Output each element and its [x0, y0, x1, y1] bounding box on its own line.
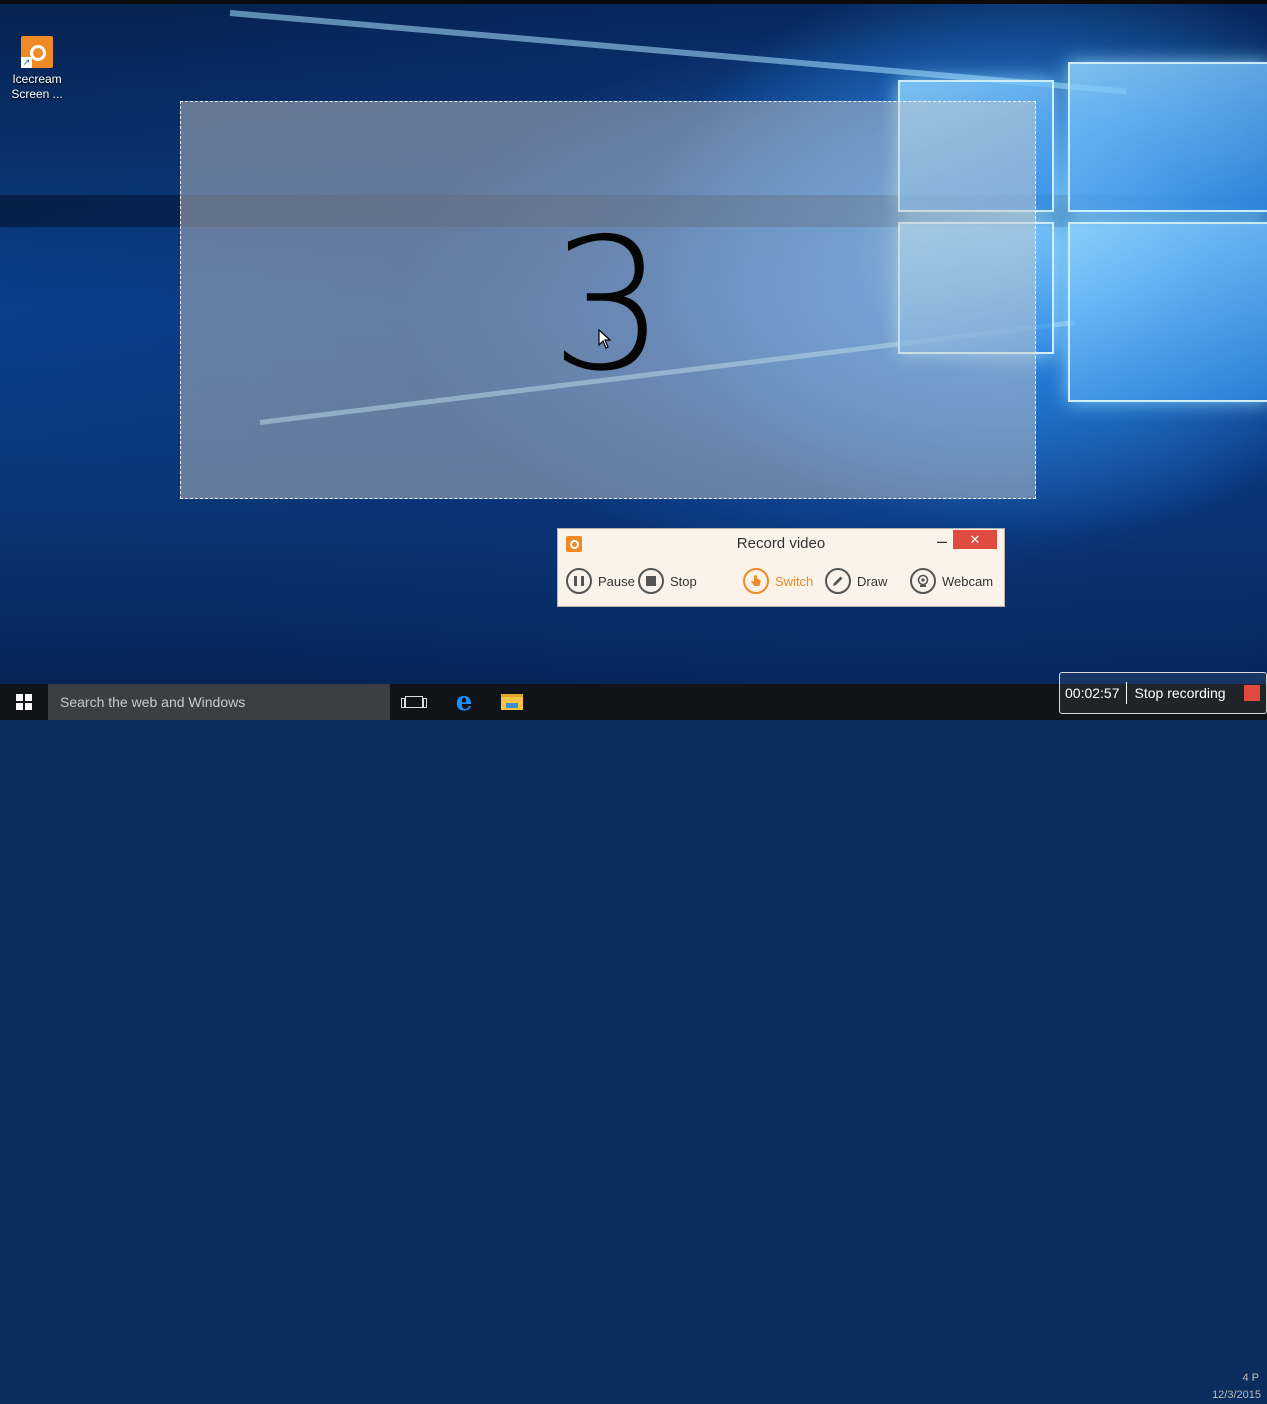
tray-date: 12/3/2015 — [1212, 1389, 1261, 1401]
task-view-button[interactable] — [394, 684, 434, 720]
mouse-cursor-icon — [598, 329, 612, 349]
recording-timer: 00:02:57 — [1060, 682, 1127, 704]
countdown-number: 3 — [550, 199, 666, 411]
desktop-icon-label-line1: Icecream — [12, 72, 62, 86]
pencil-icon — [825, 568, 851, 594]
stop-icon — [638, 568, 664, 594]
tray-time: 4 P — [1242, 1372, 1259, 1384]
minimize-button[interactable]: – — [934, 531, 950, 551]
switch-button[interactable]: Switch — [743, 566, 813, 596]
capture-area[interactable]: 3 — [180, 101, 1036, 499]
stop-button[interactable]: Stop — [638, 566, 697, 596]
stop-label: Stop — [670, 573, 697, 589]
shortcut-arrow-icon: ↗ — [21, 57, 32, 68]
edge-browser-button[interactable]: e — [444, 684, 484, 720]
desktop-icon-label: Icecream Screen ... — [10, 72, 64, 102]
pause-button[interactable]: Pause — [566, 566, 635, 596]
hand-pointer-icon — [743, 568, 769, 594]
webcam-button[interactable]: Webcam — [910, 566, 993, 596]
record-video-panel: Record video – ✕ Pause Stop Switch Draw — [557, 528, 1005, 607]
wallpaper-pane — [1068, 62, 1267, 212]
edge-icon: e — [455, 687, 473, 717]
webcam-label: Webcam — [942, 573, 994, 589]
top-strip — [0, 0, 1267, 4]
close-button[interactable]: ✕ — [953, 530, 997, 549]
stop-recording-label: Stop recording — [1134, 685, 1226, 701]
icecream-app-icon: ↗ — [21, 36, 53, 68]
pause-label: Pause — [598, 573, 635, 589]
wallpaper-pane — [1068, 222, 1267, 402]
desktop-icon-label-line2: Screen ... — [11, 87, 63, 101]
system-tray: 4 P 12/3/2015 — [1100, 1370, 1267, 1404]
switch-label: Switch — [775, 573, 814, 589]
desktop: ↗ Icecream Screen ... 3 Record video – ✕… — [0, 0, 1267, 684]
icecream-desktop-shortcut[interactable]: ↗ Icecream Screen ... — [10, 36, 64, 102]
file-explorer-button[interactable] — [492, 684, 532, 720]
draw-label: Draw — [857, 573, 888, 589]
stop-recording-icon — [1244, 685, 1260, 701]
taskbar-search-input[interactable]: Search the web and Windows — [48, 684, 390, 720]
folder-icon — [501, 694, 523, 710]
windows-logo-icon — [16, 694, 32, 710]
task-view-icon — [401, 696, 427, 708]
draw-button[interactable]: Draw — [825, 566, 887, 596]
start-button[interactable] — [0, 684, 48, 720]
pause-icon — [566, 568, 592, 594]
webcam-icon — [910, 568, 936, 594]
stop-recording-bar[interactable]: 00:02:57 Stop recording — [1059, 672, 1267, 714]
